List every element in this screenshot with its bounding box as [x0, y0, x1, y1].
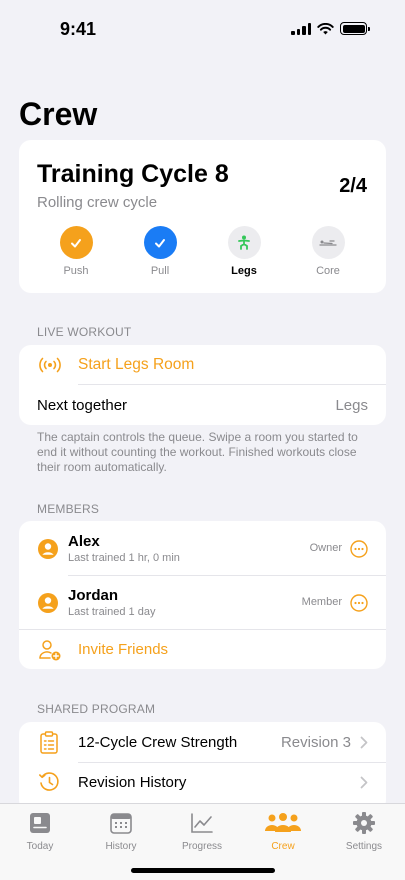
- add-person-icon: [39, 640, 61, 661]
- member-name: Jordan: [68, 587, 119, 604]
- cycle-progress-count: 2/4: [339, 175, 367, 197]
- member-role: Owner: [309, 542, 342, 554]
- phase-push[interactable]: Push: [46, 226, 106, 277]
- cycle-subtitle: Rolling crew cycle: [37, 194, 158, 211]
- tab-crew[interactable]: Crew: [243, 810, 323, 852]
- next-together-label: Next together: [37, 397, 128, 414]
- phase-label: Legs: [231, 265, 257, 277]
- live-workout-card: Start Legs Room Next together Legs: [19, 345, 386, 425]
- more-icon[interactable]: [350, 594, 368, 612]
- phase-core[interactable]: Core: [298, 226, 358, 277]
- members-header: MEMBERS: [37, 502, 100, 516]
- revision-history-label: Revision History: [78, 774, 187, 791]
- group-icon: [265, 813, 301, 832]
- clipboard-list-icon: [40, 731, 58, 754]
- phase-label: Core: [316, 265, 340, 277]
- live-workout-note: The captain controls the queue. Swipe a …: [37, 430, 358, 474]
- status-bar: 9:41: [0, 0, 405, 60]
- phase-label: Push: [63, 265, 89, 277]
- tab-label: History: [105, 841, 137, 852]
- tab-label: Today: [26, 841, 54, 852]
- invite-friends-label: Invite Friends: [78, 641, 169, 658]
- gear-icon: [353, 812, 375, 834]
- shared-program-header: SHARED PROGRAM: [37, 702, 156, 716]
- next-together-value: Legs: [335, 397, 368, 414]
- status-icons: [291, 22, 370, 35]
- wifi-icon: [317, 22, 334, 34]
- member-name: Alex: [68, 533, 100, 550]
- live-workout-header: LIVE WORKOUT: [37, 325, 132, 339]
- tab-today[interactable]: Today: [0, 810, 80, 852]
- more-icon[interactable]: [350, 540, 368, 558]
- person-icon: [38, 593, 58, 613]
- start-room-row[interactable]: Start Legs Room: [19, 345, 386, 385]
- today-icon: [30, 813, 50, 833]
- tab-label: Crew: [271, 841, 295, 852]
- invite-friends-row[interactable]: Invite Friends: [19, 630, 386, 669]
- page-title: Crew: [19, 96, 98, 132]
- leg-exercise-icon: [227, 226, 261, 259]
- training-cycle-card: Training Cycle 8 Rolling crew cycle 2/4 …: [19, 140, 386, 293]
- checkmark-icon: [59, 226, 93, 259]
- phase-pull[interactable]: Pull: [130, 226, 190, 277]
- program-name: 12-Cycle Crew Strength: [78, 734, 238, 751]
- line-chart-icon: [191, 813, 213, 833]
- member-last-trained: Last trained 1 hr, 0 min: [68, 552, 180, 564]
- history-clock-icon: [39, 772, 59, 791]
- cycle-title: Training Cycle 8: [37, 160, 229, 188]
- status-time: 9:41: [60, 19, 97, 39]
- member-last-trained: Last trained 1 day: [68, 606, 156, 618]
- member-row-jordan[interactable]: Jordan Last trained 1 day Member: [19, 576, 386, 629]
- phase-label: Pull: [150, 265, 170, 277]
- broadcast-icon: [39, 357, 61, 373]
- member-row-alex[interactable]: Alex Last trained 1 hr, 0 min Owner: [19, 521, 386, 575]
- tab-label: Settings: [345, 841, 383, 852]
- chevron-right-icon: [360, 776, 368, 789]
- calendar-icon: [110, 813, 132, 834]
- phase-legs[interactable]: Legs: [214, 226, 274, 277]
- next-together-row: Next together Legs: [19, 385, 386, 425]
- checkmark-icon: [143, 226, 177, 259]
- cycle-phases: Push Pull Legs Core: [19, 226, 386, 286]
- tab-history[interactable]: History: [81, 810, 161, 852]
- member-role: Member: [301, 596, 342, 608]
- battery-icon: [340, 22, 370, 35]
- tab-label: Progress: [181, 841, 222, 852]
- chevron-right-icon: [360, 736, 368, 749]
- shared-program-card: 12-Cycle Crew Strength Revision 3 Revisi…: [19, 722, 386, 812]
- members-card: Alex Last trained 1 hr, 0 min Owner Jord…: [19, 521, 386, 669]
- cellular-signal-icon: [291, 22, 311, 35]
- start-room-label: Start Legs Room: [78, 356, 195, 373]
- program-revision: Revision 3: [280, 734, 351, 751]
- program-row[interactable]: 12-Cycle Crew Strength Revision 3: [19, 722, 386, 762]
- home-indicator[interactable]: [131, 868, 275, 873]
- tab-progress[interactable]: Progress: [162, 810, 242, 852]
- person-icon: [38, 539, 58, 559]
- core-exercise-icon: [311, 226, 345, 259]
- tab-settings[interactable]: Settings: [324, 810, 404, 852]
- revision-history-row[interactable]: Revision History: [19, 763, 386, 803]
